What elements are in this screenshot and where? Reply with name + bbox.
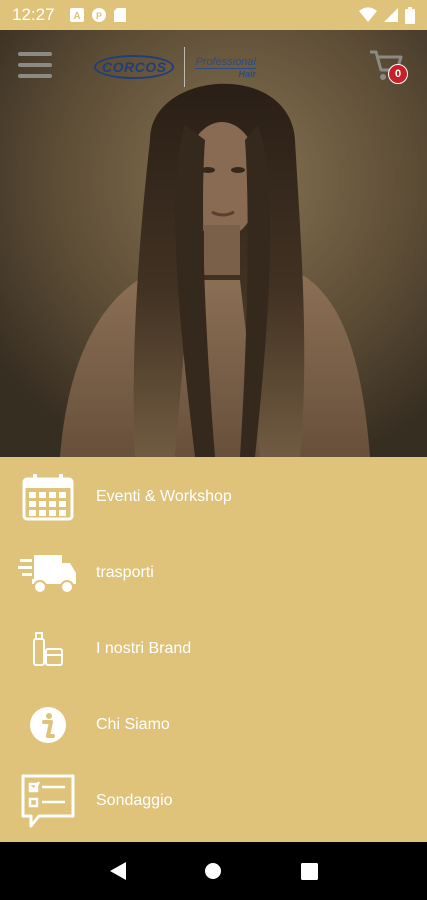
- menu-item-label: Eventi & Workshop: [96, 488, 232, 505]
- battery-icon: [405, 6, 415, 24]
- logo-line2: Hair: [238, 68, 256, 79]
- wifi-icon: [359, 7, 377, 23]
- recents-square-icon: [300, 862, 318, 880]
- home-button[interactable]: [193, 851, 233, 891]
- products-icon: [33, 632, 63, 666]
- menu-item-label: Sondaggio: [96, 792, 173, 809]
- circle-notification-icon: P: [91, 8, 106, 22]
- delivery-truck-icon: [18, 555, 76, 594]
- svg-text:A: A: [73, 11, 80, 22]
- system-nav-bar: [0, 842, 427, 900]
- sd-card-icon: [113, 8, 126, 22]
- menu-item-chi-siamo[interactable]: Chi Siamo: [0, 687, 427, 763]
- logo-brand-text: CORCOS: [94, 55, 175, 79]
- menu-item-brand[interactable]: I nostri Brand: [0, 611, 427, 687]
- info-icon: [30, 707, 66, 743]
- back-triangle-icon: [109, 862, 126, 880]
- menu-item-label: Chi Siamo: [96, 716, 170, 733]
- signal-icon: [384, 8, 398, 22]
- recents-button[interactable]: [289, 851, 329, 891]
- app-header: CORCOS Professional Hair 0: [0, 30, 427, 110]
- menu-item-label: I nostri Brand: [96, 640, 192, 657]
- menu-item-eventi[interactable]: Eventi & Workshop: [0, 459, 427, 535]
- menu-item-trasporti[interactable]: trasporti: [0, 535, 427, 611]
- survey-icon: [21, 774, 75, 828]
- cart-count-badge: 0: [388, 64, 408, 84]
- app-notification-icon: A: [69, 8, 84, 22]
- menu-list: Eventi & Workshop trasporti I nostri Bra…: [0, 457, 427, 842]
- cart-button[interactable]: 0: [368, 48, 412, 88]
- brand-logo: CORCOS Professional Hair: [94, 44, 256, 90]
- menu-item-label: trasporti: [96, 564, 154, 581]
- back-button[interactable]: [98, 851, 138, 891]
- notification-icons: A P: [69, 7, 127, 23]
- status-bar: 12:27 A P: [0, 0, 427, 30]
- svg-text:P: P: [96, 11, 102, 21]
- logo-line1: Professional: [195, 55, 256, 69]
- status-time: 12:27: [12, 5, 55, 24]
- home-circle-icon: [205, 863, 222, 879]
- system-icons: [359, 6, 415, 24]
- hamburger-menu-button[interactable]: [18, 52, 52, 82]
- menu-item-sondaggio[interactable]: Sondaggio: [0, 763, 427, 839]
- calendar-icon: [22, 474, 74, 521]
